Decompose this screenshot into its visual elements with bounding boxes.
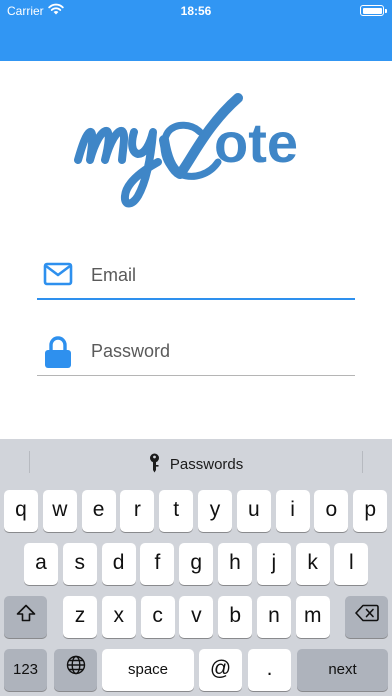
app-header: Carrier 18:56 xyxy=(0,0,392,61)
shift-icon xyxy=(16,596,36,636)
key-q[interactable]: q xyxy=(4,490,38,532)
key-c[interactable]: c xyxy=(140,596,175,638)
key-z[interactable]: z xyxy=(63,596,97,638)
key-g[interactable]: g xyxy=(179,543,214,585)
delete-key[interactable] xyxy=(345,596,388,638)
email-field[interactable] xyxy=(37,255,355,300)
envelope-icon xyxy=(43,259,73,289)
email-input[interactable] xyxy=(91,257,351,293)
password-field[interactable] xyxy=(37,331,355,376)
key-r[interactable]: r xyxy=(120,490,155,532)
lock-icon xyxy=(43,335,73,368)
svg-text:ote: ote xyxy=(214,111,298,174)
key-k[interactable]: k xyxy=(295,543,330,585)
key-w[interactable]: w xyxy=(42,490,77,532)
key-e[interactable]: e xyxy=(81,490,116,532)
passwords-label: Passwords xyxy=(169,456,244,473)
shift-key[interactable] xyxy=(4,596,47,638)
passwords-suggestion[interactable]: Passwords xyxy=(0,453,392,473)
space-key[interactable]: space xyxy=(102,649,194,691)
myvote-logo: ote xyxy=(68,84,326,219)
keyboard-toolbar: Passwords xyxy=(0,439,392,485)
key-d[interactable]: d xyxy=(101,543,136,585)
numbers-key[interactable]: 123 xyxy=(4,649,47,691)
dot-key[interactable]: . xyxy=(248,649,291,691)
key-j[interactable]: j xyxy=(256,543,291,585)
status-time: 18:56 xyxy=(180,4,212,18)
on-screen-keyboard: Passwords qwertyuiop asdfghjkl zxcvbnm 1… xyxy=(0,439,392,696)
key-o[interactable]: o xyxy=(314,490,349,532)
key-v[interactable]: v xyxy=(179,596,214,638)
key-f[interactable]: f xyxy=(140,543,175,585)
key-icon xyxy=(149,453,170,473)
next-key[interactable]: next xyxy=(297,649,388,691)
globe-icon xyxy=(66,649,86,689)
key-a[interactable]: a xyxy=(24,543,58,585)
key-x[interactable]: x xyxy=(101,596,136,638)
key-i[interactable]: i xyxy=(275,490,310,532)
key-m[interactable]: m xyxy=(295,596,330,638)
key-t[interactable]: t xyxy=(159,490,194,532)
battery-icon xyxy=(360,5,387,16)
key-h[interactable]: h xyxy=(218,543,252,585)
globe-key[interactable] xyxy=(54,649,97,691)
at-key[interactable]: @ xyxy=(199,649,242,691)
key-l[interactable]: l xyxy=(334,543,369,585)
key-u[interactable]: u xyxy=(236,490,271,532)
backspace-icon xyxy=(354,596,379,636)
key-p[interactable]: p xyxy=(353,490,388,532)
status-bar: Carrier 18:56 xyxy=(0,0,392,22)
key-b[interactable]: b xyxy=(218,596,253,638)
key-s[interactable]: s xyxy=(62,543,97,585)
password-input[interactable] xyxy=(91,333,351,369)
key-n[interactable]: n xyxy=(257,596,291,638)
key-y[interactable]: y xyxy=(198,490,232,532)
